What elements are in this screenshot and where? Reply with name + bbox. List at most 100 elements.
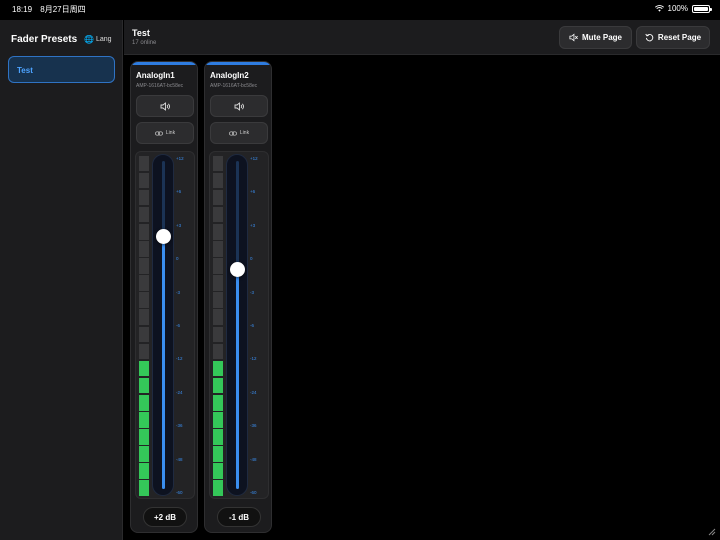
- channel-strip: AnalogIn1 AMP-1616AT-bc58ec Link +12 +6 +3…: [130, 61, 198, 533]
- scale-tick-label: 0: [250, 256, 253, 262]
- wifi-icon: [654, 5, 664, 12]
- page-title: Test: [132, 28, 150, 38]
- reset-icon: [645, 33, 654, 42]
- sidebar: Fader Presets 🌐 Lang Test: [0, 20, 123, 540]
- scale-tick-label: -36: [250, 423, 257, 429]
- meter-segment: [139, 258, 149, 274]
- status-date: 8月27日周四: [40, 5, 86, 14]
- scale-tick-label: -3: [250, 289, 255, 295]
- channel-device: AMP-1616AT-bc58ec: [136, 83, 184, 89]
- status-time: 18:19: [12, 5, 33, 14]
- preset-label: Test: [17, 66, 33, 75]
- mute-page-button[interactable]: Mute Page: [559, 26, 632, 49]
- channel-link-button[interactable]: Link: [210, 122, 268, 144]
- meter-segment: [139, 394, 149, 411]
- speaker-icon: [234, 101, 244, 111]
- meter-segment: [213, 258, 223, 274]
- scale-tick-label: -12: [250, 356, 257, 362]
- db-scale: +12 +6 +3 0 -3 -6 -12 -24 -36 -48 -60: [176, 152, 196, 498]
- meter-segment: [213, 429, 223, 445]
- scale-tick-label: +12: [250, 156, 258, 161]
- meter-segment: [139, 326, 149, 343]
- scale-tick-label: -6: [176, 323, 181, 328]
- meter-segment: [213, 394, 223, 411]
- fader-knob[interactable]: [230, 261, 245, 277]
- strip-accent-bar: [205, 62, 271, 65]
- lang-button[interactable]: 🌐 Lang: [84, 35, 112, 44]
- meter-segment: [213, 343, 223, 360]
- meter-segment: [213, 377, 223, 394]
- mute-page-label: Mute Page: [581, 33, 622, 42]
- meter-segment: [213, 326, 223, 343]
- scale-tick-label: -36: [176, 423, 183, 429]
- meter-segment: [213, 412, 223, 428]
- fader-fill: [162, 236, 165, 489]
- scale-tick-label: -24: [250, 389, 257, 395]
- reset-page-label: Reset Page: [657, 33, 702, 42]
- scale-tick-label: -48: [250, 456, 257, 462]
- meter-segment: [139, 223, 149, 240]
- meter-segment: [213, 155, 223, 172]
- channel-mute-button[interactable]: [136, 95, 194, 117]
- meter-segment: [139, 189, 149, 206]
- channel-name: AnalogIn1: [136, 71, 175, 80]
- scale-tick-label: +3: [176, 222, 182, 228]
- channel-strip: AnalogIn2 AMP-1616AT-bc58ec Link +12 +6 +3…: [204, 61, 272, 533]
- link-icon: [155, 130, 163, 136]
- meter-segment: [139, 480, 149, 496]
- speaker-icon: [160, 101, 170, 111]
- meter-segment: [139, 292, 149, 308]
- channel-name: AnalogIn2: [210, 71, 249, 80]
- fader-track[interactable]: [226, 154, 248, 496]
- meter-segment: [213, 360, 223, 377]
- meter-segment: [139, 429, 149, 445]
- channel-link-button[interactable]: Link: [136, 122, 194, 144]
- scale-tick-label: +6: [176, 189, 182, 195]
- scale-tick-label: 0: [176, 256, 179, 262]
- online-count: 17 online: [132, 40, 157, 46]
- reset-page-button[interactable]: Reset Page: [636, 26, 710, 49]
- scale-tick-label: +12: [176, 156, 184, 161]
- scale-tick-label: -12: [176, 356, 183, 362]
- meter-segment: [213, 206, 223, 223]
- meter-segment: [139, 155, 149, 172]
- fader-knob[interactable]: [156, 228, 171, 244]
- link-label: Link: [165, 130, 176, 136]
- fader-area: +12 +6 +3 0 -3 -6 -12 -24 -36 -48 -60: [135, 151, 195, 499]
- meter-segment: [213, 189, 223, 206]
- speaker-mute-icon: [569, 33, 578, 42]
- fader-fill: [236, 269, 239, 489]
- meter-segment: [139, 172, 149, 189]
- db-readout: +2 dB: [143, 507, 187, 527]
- globe-icon: 🌐: [84, 35, 94, 44]
- resize-grip-icon[interactable]: [707, 527, 716, 536]
- meter-segment: [139, 309, 149, 325]
- preset-item-test[interactable]: Test: [8, 56, 115, 83]
- db-readout: -1 dB: [217, 507, 261, 527]
- sidebar-title: Fader Presets: [11, 34, 78, 45]
- fader-track[interactable]: [152, 154, 174, 496]
- meter-segment: [213, 223, 223, 240]
- battery-percent: 100%: [667, 4, 688, 13]
- meter-segment: [139, 446, 149, 462]
- db-scale: +12 +6 +3 0 -3 -6 -12 -24 -36 -48 -60: [250, 152, 270, 498]
- scale-tick-label: -6: [250, 323, 255, 328]
- battery-icon: [692, 4, 712, 13]
- meter-segment: [139, 241, 149, 257]
- meter-segment: [213, 275, 223, 291]
- channel-device: AMP-1616AT-bc58ec: [210, 83, 258, 89]
- meter-segment: [213, 480, 223, 496]
- scale-tick-label: -60: [176, 490, 183, 495]
- scale-tick-label: +6: [250, 189, 256, 195]
- channel-mute-button[interactable]: [210, 95, 268, 117]
- meter-segment: [139, 275, 149, 291]
- meter-segment: [139, 463, 149, 479]
- level-meter: [139, 154, 149, 496]
- meter-segment: [213, 446, 223, 462]
- status-bar: 18:19 8月27日周四 100%: [0, 0, 720, 20]
- scale-tick-label: +3: [250, 222, 256, 228]
- meter-segment: [139, 360, 149, 377]
- meter-segment: [139, 206, 149, 223]
- meter-segment: [213, 172, 223, 189]
- level-meter: [213, 154, 223, 496]
